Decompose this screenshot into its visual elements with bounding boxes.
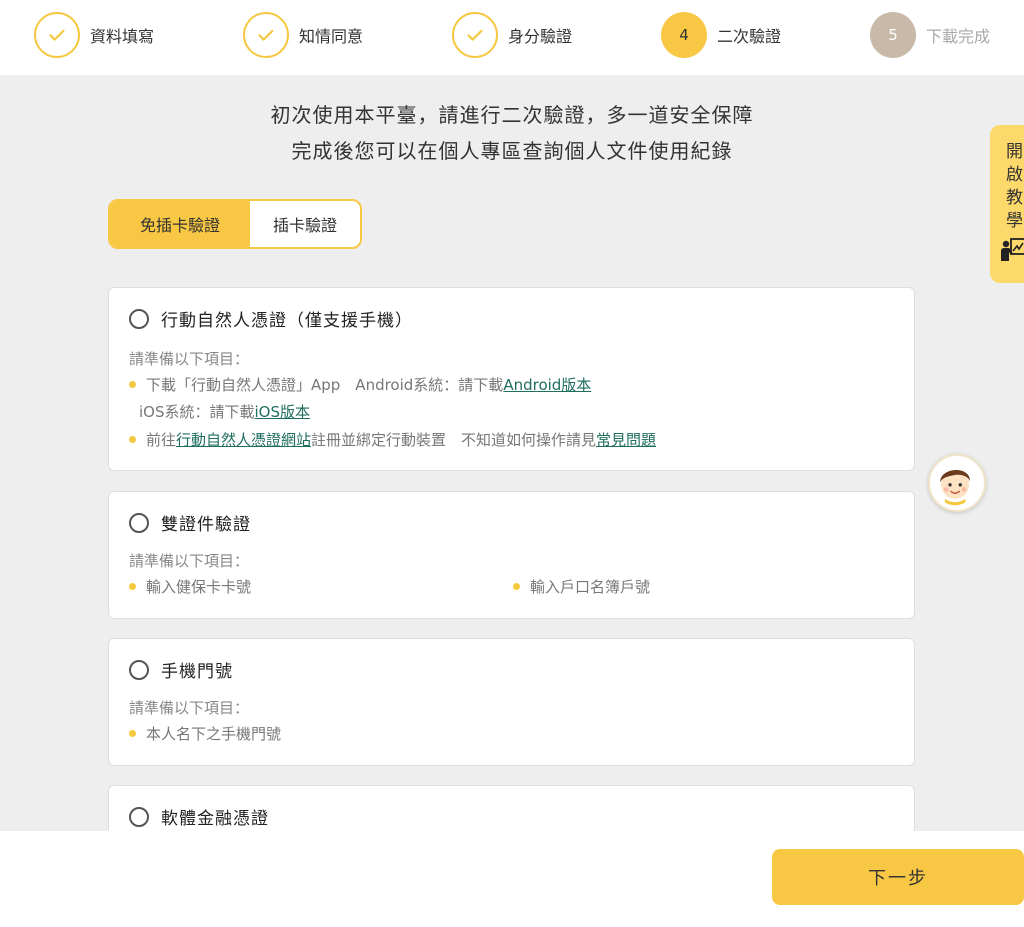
step-label: 二次驗證 [717,27,782,46]
bullet-dot-icon [129,381,136,388]
teaching-icon [1000,235,1024,265]
bullet-dot-icon [129,730,136,737]
radio-button[interactable] [129,806,149,827]
bullet-text: 輸入健保卡卡號 [146,578,252,596]
bullet-item-continued: iOS系統：請下載 iOS版本 [139,401,310,422]
cardless-verification-tab[interactable]: 免插卡驗證 [110,201,250,247]
step-number: 5 [870,12,916,58]
next-step-button[interactable]: 下一步 [772,849,1024,905]
option-title: 雙證件驗證 [129,510,251,535]
option-title-text: 軟體金融憑證 [161,809,269,829]
prep-label: 請準備以下項目： [129,699,250,717]
option-financial-certificate[interactable]: 軟體金融憑證 [108,785,915,831]
check-icon [34,12,80,58]
intro-line-1: 初次使用本平臺，請進行二次驗證，多一道安全保障 [270,103,754,127]
bullet-item: 輸入戶口名簿戶號 [513,576,650,597]
bullet-dot-icon [513,583,520,590]
bullet-text: 下載「行動自然人憑證」App Android系統：請下載 [146,376,504,394]
main-content: 初次使用本平臺，請進行二次驗證，多一道安全保障 完成後您可以在個人專區查詢個人文… [0,75,1024,831]
option-title-text: 手機門號 [161,662,233,682]
radio-button[interactable] [129,659,149,680]
bullet-dot-icon [129,436,136,443]
bullet-item: 前往 行動自然人憑證網站 註冊並綁定行動裝置 不知道如何操作請見 常見問題 [129,429,656,450]
card-verification-tab[interactable]: 插卡驗證 [250,201,360,247]
step-5: 5 下載完成 [870,12,990,58]
intro-text: 初次使用本平臺，請進行二次驗證，多一道安全保障 完成後您可以在個人專區查詢個人文… [0,97,1024,169]
mobile-certificate-site-link[interactable]: 行動自然人憑證網站 [176,429,311,450]
prep-label: 請準備以下項目： [129,552,250,570]
bullet-text: 輸入戶口名簿戶號 [530,578,651,596]
faq-link[interactable]: 常見問題 [596,429,656,450]
bullet-text: 註冊並綁定行動裝置 不知道如何操作請見 [311,431,597,449]
step-1: 資料填寫 [34,12,154,58]
step-label: 身分驗證 [508,27,573,46]
option-title: 行動自然人憑證（僅支援手機） [129,306,413,331]
step-number: 4 [661,12,707,58]
step-label: 下載完成 [926,27,991,46]
bullet-dot-icon [129,583,136,590]
option-title-text: 雙證件驗證 [161,515,251,535]
option-mobile-number[interactable]: 手機門號 請準備以下項目： 本人名下之手機門號 [108,638,915,766]
step-2: 知情同意 [243,12,363,58]
bullet-text: 本人名下之手機門號 [146,725,282,743]
bullet-text: 前往 [146,431,177,449]
intro-line-2: 完成後您可以在個人專區查詢個人文件使用紀錄 [291,139,733,163]
bullet-item: 本人名下之手機門號 [129,723,281,744]
option-title: 軟體金融憑證 [129,804,269,829]
step-3: 身分驗證 [452,12,572,58]
prep-label: 請準備以下項目： [129,350,250,368]
verification-type-toggle: 免插卡驗證 插卡驗證 [108,199,362,249]
assistant-avatar-icon[interactable] [928,454,986,512]
progress-stepper: 資料填寫 知情同意 身分驗證 4 二次驗證 5 下載完成 [0,0,1024,75]
open-tutorial-tab[interactable]: 開啟教學 [990,125,1024,283]
open-tutorial-label: 開啟教學 [1006,142,1023,231]
bullet-text: iOS系統：請下載 [139,403,255,421]
footer-bar: 下一步 [0,831,1024,927]
radio-button[interactable] [129,308,149,329]
option-dual-id[interactable]: 雙證件驗證 請準備以下項目： 輸入健保卡卡號 輸入戶口名簿戶號 [108,491,915,619]
option-title-text: 行動自然人憑證（僅支援手機） [161,311,413,331]
step-label: 知情同意 [299,27,364,46]
android-version-link[interactable]: Android版本 [503,374,591,395]
step-4: 4 二次驗證 [661,12,781,58]
radio-button[interactable] [129,512,149,533]
bullet-item: 下載「行動自然人憑證」App Android系統：請下載 Android版本 [129,374,591,395]
ios-version-link[interactable]: iOS版本 [255,401,311,422]
bullet-item: 輸入健保卡卡號 [129,576,251,597]
option-title: 手機門號 [129,657,233,682]
option-mobile-certificate[interactable]: 行動自然人憑證（僅支援手機） 請準備以下項目： 下載「行動自然人憑證」App A… [108,287,915,471]
check-icon [243,12,289,58]
check-icon [452,12,498,58]
step-label: 資料填寫 [90,27,155,46]
